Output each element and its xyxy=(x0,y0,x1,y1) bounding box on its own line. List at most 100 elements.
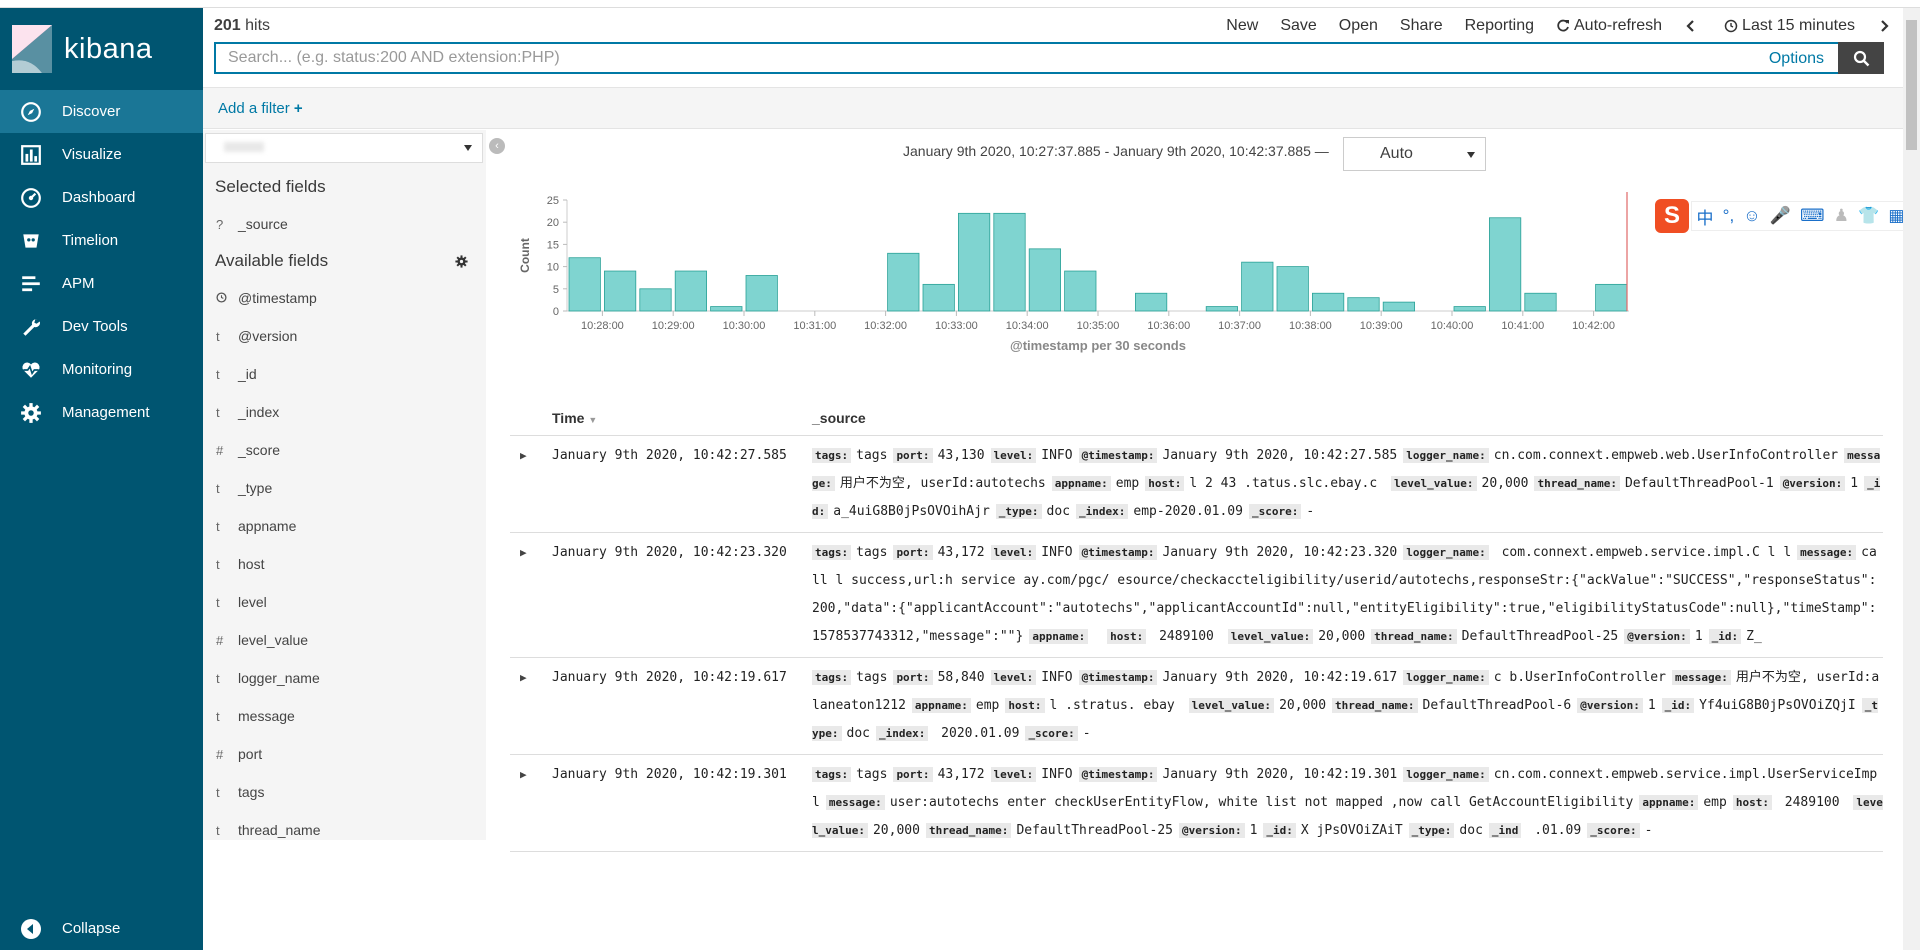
time-column-header[interactable]: Time ▼ xyxy=(510,410,812,426)
x-tick-label: 10:40:00 xyxy=(1431,320,1474,332)
field-row-appname[interactable]: t appname xyxy=(203,507,486,545)
add-filter-link[interactable]: Add a filter + xyxy=(218,100,303,117)
field-row-version[interactable]: t @version xyxy=(203,317,486,355)
ime-bar: 中 °, ☺ 🎤 ⌨ ♟ 👕 ▦ xyxy=(1691,201,1910,231)
chinese-mode-icon[interactable]: 中 xyxy=(1697,204,1714,229)
field-row-tags[interactable]: t tags xyxy=(203,773,486,811)
chevron-right-icon xyxy=(1881,20,1889,32)
user-icon[interactable]: ♟ xyxy=(1834,206,1849,226)
scrollbar-thumb[interactable] xyxy=(1906,20,1917,150)
open-button[interactable]: Open xyxy=(1339,17,1378,35)
field-name: _source xyxy=(238,216,288,232)
filter-bar: Add a filter + xyxy=(203,87,1903,129)
grid-menu-icon[interactable]: ▦ xyxy=(1888,206,1904,226)
options-link[interactable]: Options xyxy=(1769,50,1824,68)
share-button[interactable]: Share xyxy=(1400,17,1443,35)
field-value: 2020.01.09 xyxy=(933,726,1020,741)
kibana-logo[interactable]: kibana xyxy=(0,8,203,90)
plus-icon: + xyxy=(293,99,303,117)
nav-item-monitoring[interactable]: Monitoring xyxy=(0,348,203,391)
field-name: _type xyxy=(238,480,273,496)
histogram-bar xyxy=(568,257,601,312)
collapse-button[interactable]: Collapse xyxy=(0,907,203,950)
histogram-bar xyxy=(1595,283,1628,312)
auto-refresh-button[interactable]: Auto-refresh xyxy=(1556,17,1662,35)
new-button[interactable]: New xyxy=(1226,17,1258,35)
nav-item-timelion[interactable]: Timelion xyxy=(0,219,203,262)
histogram-bar xyxy=(1028,248,1062,312)
histogram-bar xyxy=(1241,261,1274,312)
field-key: logger_name: xyxy=(1403,448,1489,463)
field-type-icon: # xyxy=(216,632,224,648)
row-time: January 9th 2020, 10:42:27.585 xyxy=(552,448,787,463)
kibana-logo-icon xyxy=(12,25,52,73)
gear-icon[interactable] xyxy=(455,254,468,268)
sogou-logo-icon[interactable]: S xyxy=(1655,199,1689,233)
compass-icon xyxy=(21,101,41,122)
field-value: 1 xyxy=(1249,823,1258,838)
field-row-logger_name[interactable]: t logger_name xyxy=(203,659,486,697)
index-pattern-select[interactable] xyxy=(205,133,483,163)
search-input[interactable] xyxy=(214,42,1838,74)
x-tick-label: 10:32:00 xyxy=(864,320,907,332)
nav-label: APM xyxy=(62,275,95,292)
save-button[interactable]: Save xyxy=(1280,17,1316,35)
nav-item-apm[interactable]: APM xyxy=(0,262,203,305)
interval-select[interactable]: Auto xyxy=(1343,137,1486,171)
reporting-button[interactable]: Reporting xyxy=(1465,17,1534,35)
time-picker-button[interactable]: Last 15 minutes xyxy=(1724,17,1855,35)
emoji-icon[interactable]: ☺ xyxy=(1743,206,1760,226)
collapse-sidebar-icon[interactable]: ‹ xyxy=(489,138,505,154)
field-key: level: xyxy=(990,448,1037,463)
histogram-bar xyxy=(1205,306,1239,312)
ime-toolbar[interactable]: S 中 °, ☺ 🎤 ⌨ ♟ 👕 ▦ xyxy=(1655,198,1910,234)
field-row-level[interactable]: t level xyxy=(203,583,486,621)
timelion-icon xyxy=(23,233,39,248)
nav-item-dev-tools[interactable]: Dev Tools xyxy=(0,305,203,348)
field-row-timestamp[interactable]: @timestamp xyxy=(203,279,486,317)
field-row-_source[interactable]: ? _source xyxy=(203,205,486,243)
keyboard-icon[interactable]: ⌨ xyxy=(1800,206,1825,226)
expand-row-icon[interactable]: ▶ xyxy=(510,446,552,526)
field-key: _type: xyxy=(995,504,1042,519)
sort-down-icon[interactable]: ▼ xyxy=(588,415,597,425)
table-header: Time ▼ _source xyxy=(510,400,1883,436)
page-scrollbar[interactable] xyxy=(1903,8,1920,950)
expand-row-icon[interactable]: ▶ xyxy=(510,765,552,845)
field-key: @timestamp: xyxy=(1078,767,1158,782)
field-row-host[interactable]: t host xyxy=(203,545,486,583)
field-row-_type[interactable]: t _type xyxy=(203,469,486,507)
field-type-icon: t xyxy=(216,518,220,534)
field-row-_score[interactable]: # _score xyxy=(203,431,486,469)
punctuation-icon[interactable]: °, xyxy=(1723,206,1735,226)
heartbeat-icon xyxy=(22,362,40,378)
histogram-bar xyxy=(1453,306,1486,312)
field-key: appname: xyxy=(1029,629,1089,644)
field-row-level_value[interactable]: # level_value xyxy=(203,621,486,659)
top-bar: 201 hits New Save Open Share Reporting A… xyxy=(203,8,1903,44)
search-button[interactable] xyxy=(1838,42,1884,74)
field-row-_id[interactable]: t _id xyxy=(203,355,486,393)
histogram-bar xyxy=(1489,217,1522,312)
skin-icon[interactable]: 👕 xyxy=(1858,206,1879,226)
field-row-port[interactable]: # port xyxy=(203,735,486,773)
field-value: - xyxy=(1082,726,1091,741)
field-value: INFO xyxy=(1041,670,1073,685)
nav-item-dashboard[interactable]: Dashboard xyxy=(0,176,203,219)
time-back-button[interactable] xyxy=(1684,19,1702,33)
expand-row-icon[interactable]: ▶ xyxy=(510,668,552,748)
field-value: 58,840 xyxy=(937,670,985,685)
field-key: appname: xyxy=(1639,795,1699,810)
expand-row-icon[interactable]: ▶ xyxy=(510,543,552,651)
nav-item-management[interactable]: Management xyxy=(0,391,203,434)
field-key: message: xyxy=(1671,670,1731,685)
nav-item-discover[interactable]: Discover xyxy=(0,90,203,133)
field-row-_index[interactable]: t _index xyxy=(203,393,486,431)
microphone-icon[interactable]: 🎤 xyxy=(1770,206,1791,226)
time-forward-button[interactable] xyxy=(1877,19,1895,33)
selected-fields-title: Selected fields xyxy=(215,177,326,196)
nav-item-visualize[interactable]: Visualize xyxy=(0,133,203,176)
field-key: @version: xyxy=(1178,823,1245,838)
field-row-thread_name[interactable]: t thread_name xyxy=(203,811,486,849)
field-row-message[interactable]: t message xyxy=(203,697,486,735)
